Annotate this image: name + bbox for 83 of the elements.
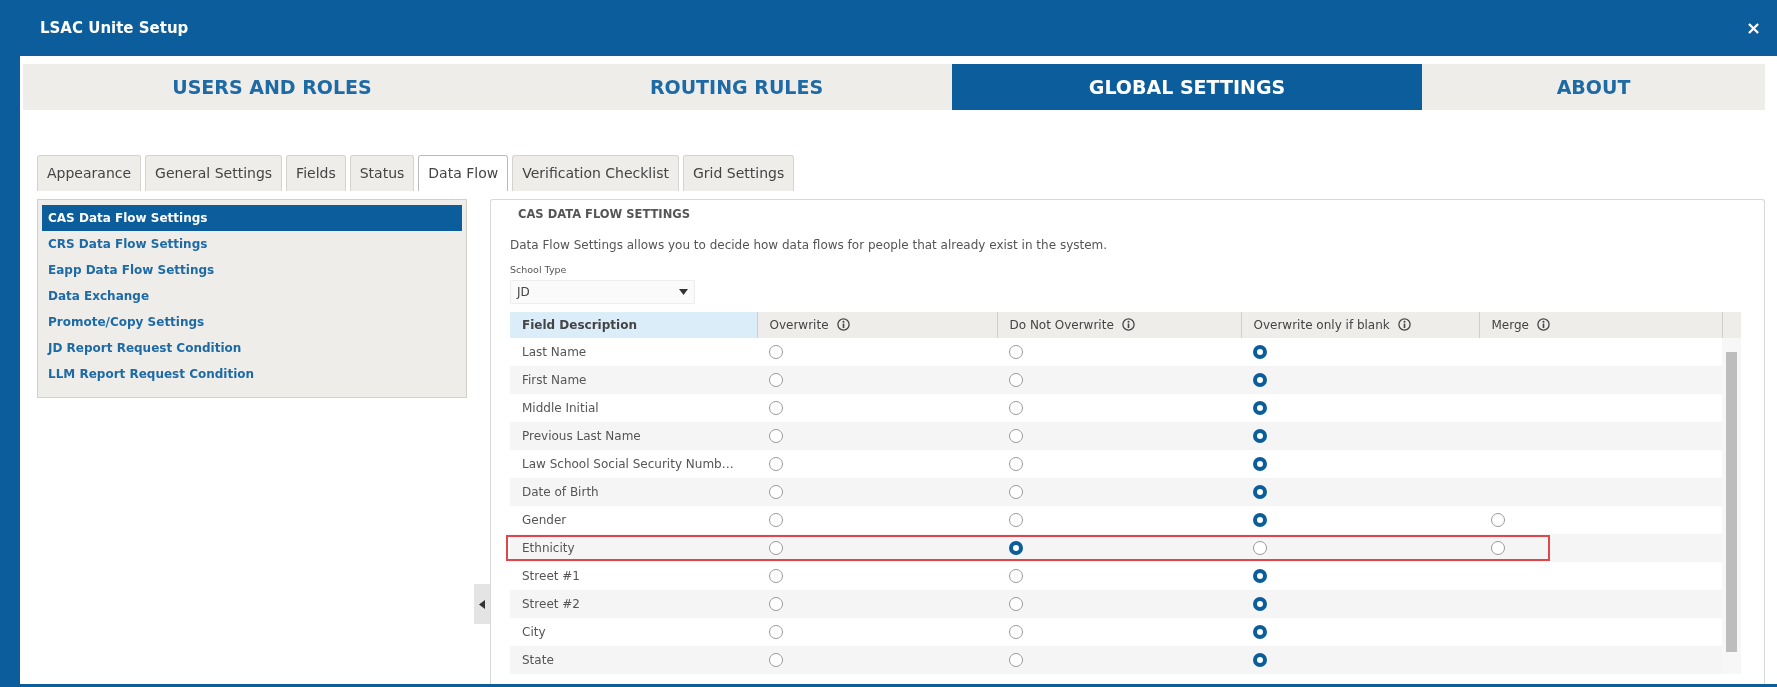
sidebar-item[interactable]: CRS Data Flow Settings	[42, 231, 462, 257]
info-icon[interactable]	[836, 318, 850, 331]
table-cell: Date of Birth	[510, 477, 757, 506]
radio-button[interactable]	[769, 653, 783, 667]
radio-button[interactable]	[1253, 429, 1267, 443]
table-cell: State	[510, 645, 757, 674]
table-cell: Street #2	[510, 589, 757, 618]
table-cell: Previous Last Name	[510, 421, 757, 450]
radio-button[interactable]	[1253, 597, 1267, 611]
radio-button[interactable]	[1009, 485, 1023, 499]
radio-button[interactable]	[769, 345, 783, 359]
nav-tab[interactable]: GLOBAL SETTINGS	[952, 64, 1422, 110]
radio-button[interactable]	[769, 513, 783, 527]
tab[interactable]: Grid Settings	[682, 155, 795, 191]
radio-button[interactable]	[1009, 429, 1023, 443]
triangle-left-icon	[479, 599, 485, 609]
info-icon[interactable]	[1121, 318, 1135, 331]
sidebar-item[interactable]: Eapp Data Flow Settings	[42, 257, 462, 283]
radio-button[interactable]	[1009, 625, 1023, 639]
radio-button[interactable]	[769, 485, 783, 499]
collapse-button[interactable]	[474, 584, 490, 624]
radio-button[interactable]	[1491, 513, 1505, 527]
close-button[interactable]: ×	[1741, 19, 1765, 37]
radio-button[interactable]	[1253, 625, 1267, 639]
radio-button[interactable]	[769, 625, 783, 639]
radio-button[interactable]	[1253, 541, 1267, 555]
radio-button[interactable]	[769, 373, 783, 387]
table-cell: Middle Initial	[510, 393, 757, 422]
radio-button[interactable]	[769, 457, 783, 471]
radio-button[interactable]	[1253, 401, 1267, 415]
tab[interactable]: Fields	[286, 155, 346, 191]
column-header[interactable]: Field Description	[510, 311, 757, 338]
radio-button[interactable]	[1009, 653, 1023, 667]
radio-button[interactable]	[1253, 569, 1267, 583]
radio-button[interactable]	[1009, 401, 1023, 415]
radio-button[interactable]	[1253, 373, 1267, 387]
info-icon[interactable]	[1536, 318, 1550, 331]
tab[interactable]: Data Flow	[418, 155, 509, 191]
field-label: School Type	[510, 263, 568, 278]
table-cell: Gender	[510, 505, 757, 534]
info-icon[interactable]	[1397, 318, 1411, 331]
caret-icon	[679, 288, 688, 295]
radio-button[interactable]	[769, 401, 783, 415]
radio-button[interactable]	[1009, 513, 1023, 527]
radio-button[interactable]	[769, 597, 783, 611]
radio-button[interactable]	[1009, 569, 1023, 583]
radio-button[interactable]	[769, 429, 783, 443]
tab[interactable]: Appearance	[37, 155, 142, 191]
column-header[interactable]: Overwrite only if blank	[1241, 311, 1479, 338]
column-header[interactable]: Do Not Overwrite	[997, 311, 1241, 338]
radio-button[interactable]	[1253, 457, 1267, 471]
radio-button[interactable]	[1009, 457, 1023, 471]
column-header[interactable]: Overwrite	[757, 311, 997, 338]
school-type-dropdown[interactable]: JD	[510, 279, 695, 304]
radio-button[interactable]	[769, 569, 783, 583]
radio-button[interactable]	[1491, 541, 1505, 555]
radio-button[interactable]	[1253, 653, 1267, 667]
tab[interactable]: Status	[349, 155, 415, 191]
radio-button[interactable]	[1253, 485, 1267, 499]
sidebar-item[interactable]: Data Exchange	[42, 283, 462, 309]
column-header[interactable]: Merge	[1479, 311, 1722, 338]
table-cell: Street #1	[510, 561, 757, 590]
description-text: Data Flow Settings allows you to decide how data flows for people that already exist in the system.	[510, 237, 1109, 255]
sidebar-item[interactable]: CAS Data Flow Settings	[42, 205, 462, 231]
sidebar-item[interactable]: LLM Report Request Condition	[42, 361, 462, 387]
sidebar-item[interactable]: Promote/Copy Settings	[42, 309, 462, 335]
radio-button[interactable]	[769, 541, 783, 555]
radio-button[interactable]	[1009, 345, 1023, 359]
radio-button[interactable]	[1009, 541, 1023, 555]
radio-button[interactable]	[1009, 373, 1023, 387]
sidebar-item[interactable]: JD Report Request Condition	[42, 335, 462, 361]
table-cell: City	[510, 617, 757, 646]
table-cell: Last Name	[510, 337, 757, 366]
section-legend: CAS DATA FLOW SETTINGS	[518, 206, 1744, 224]
table-cell: Law School Social Security Numb…	[510, 449, 757, 478]
tab[interactable]: Verification Checklist	[512, 155, 679, 191]
radio-button[interactable]	[1009, 597, 1023, 611]
table-cell: First Name	[510, 365, 757, 394]
scrollbar[interactable]	[1722, 337, 1741, 674]
radio-button[interactable]	[1253, 513, 1267, 527]
window-title: LSAC Unite Setup	[40, 17, 189, 39]
tab[interactable]: General Settings	[145, 155, 283, 191]
radio-button[interactable]	[1253, 345, 1267, 359]
